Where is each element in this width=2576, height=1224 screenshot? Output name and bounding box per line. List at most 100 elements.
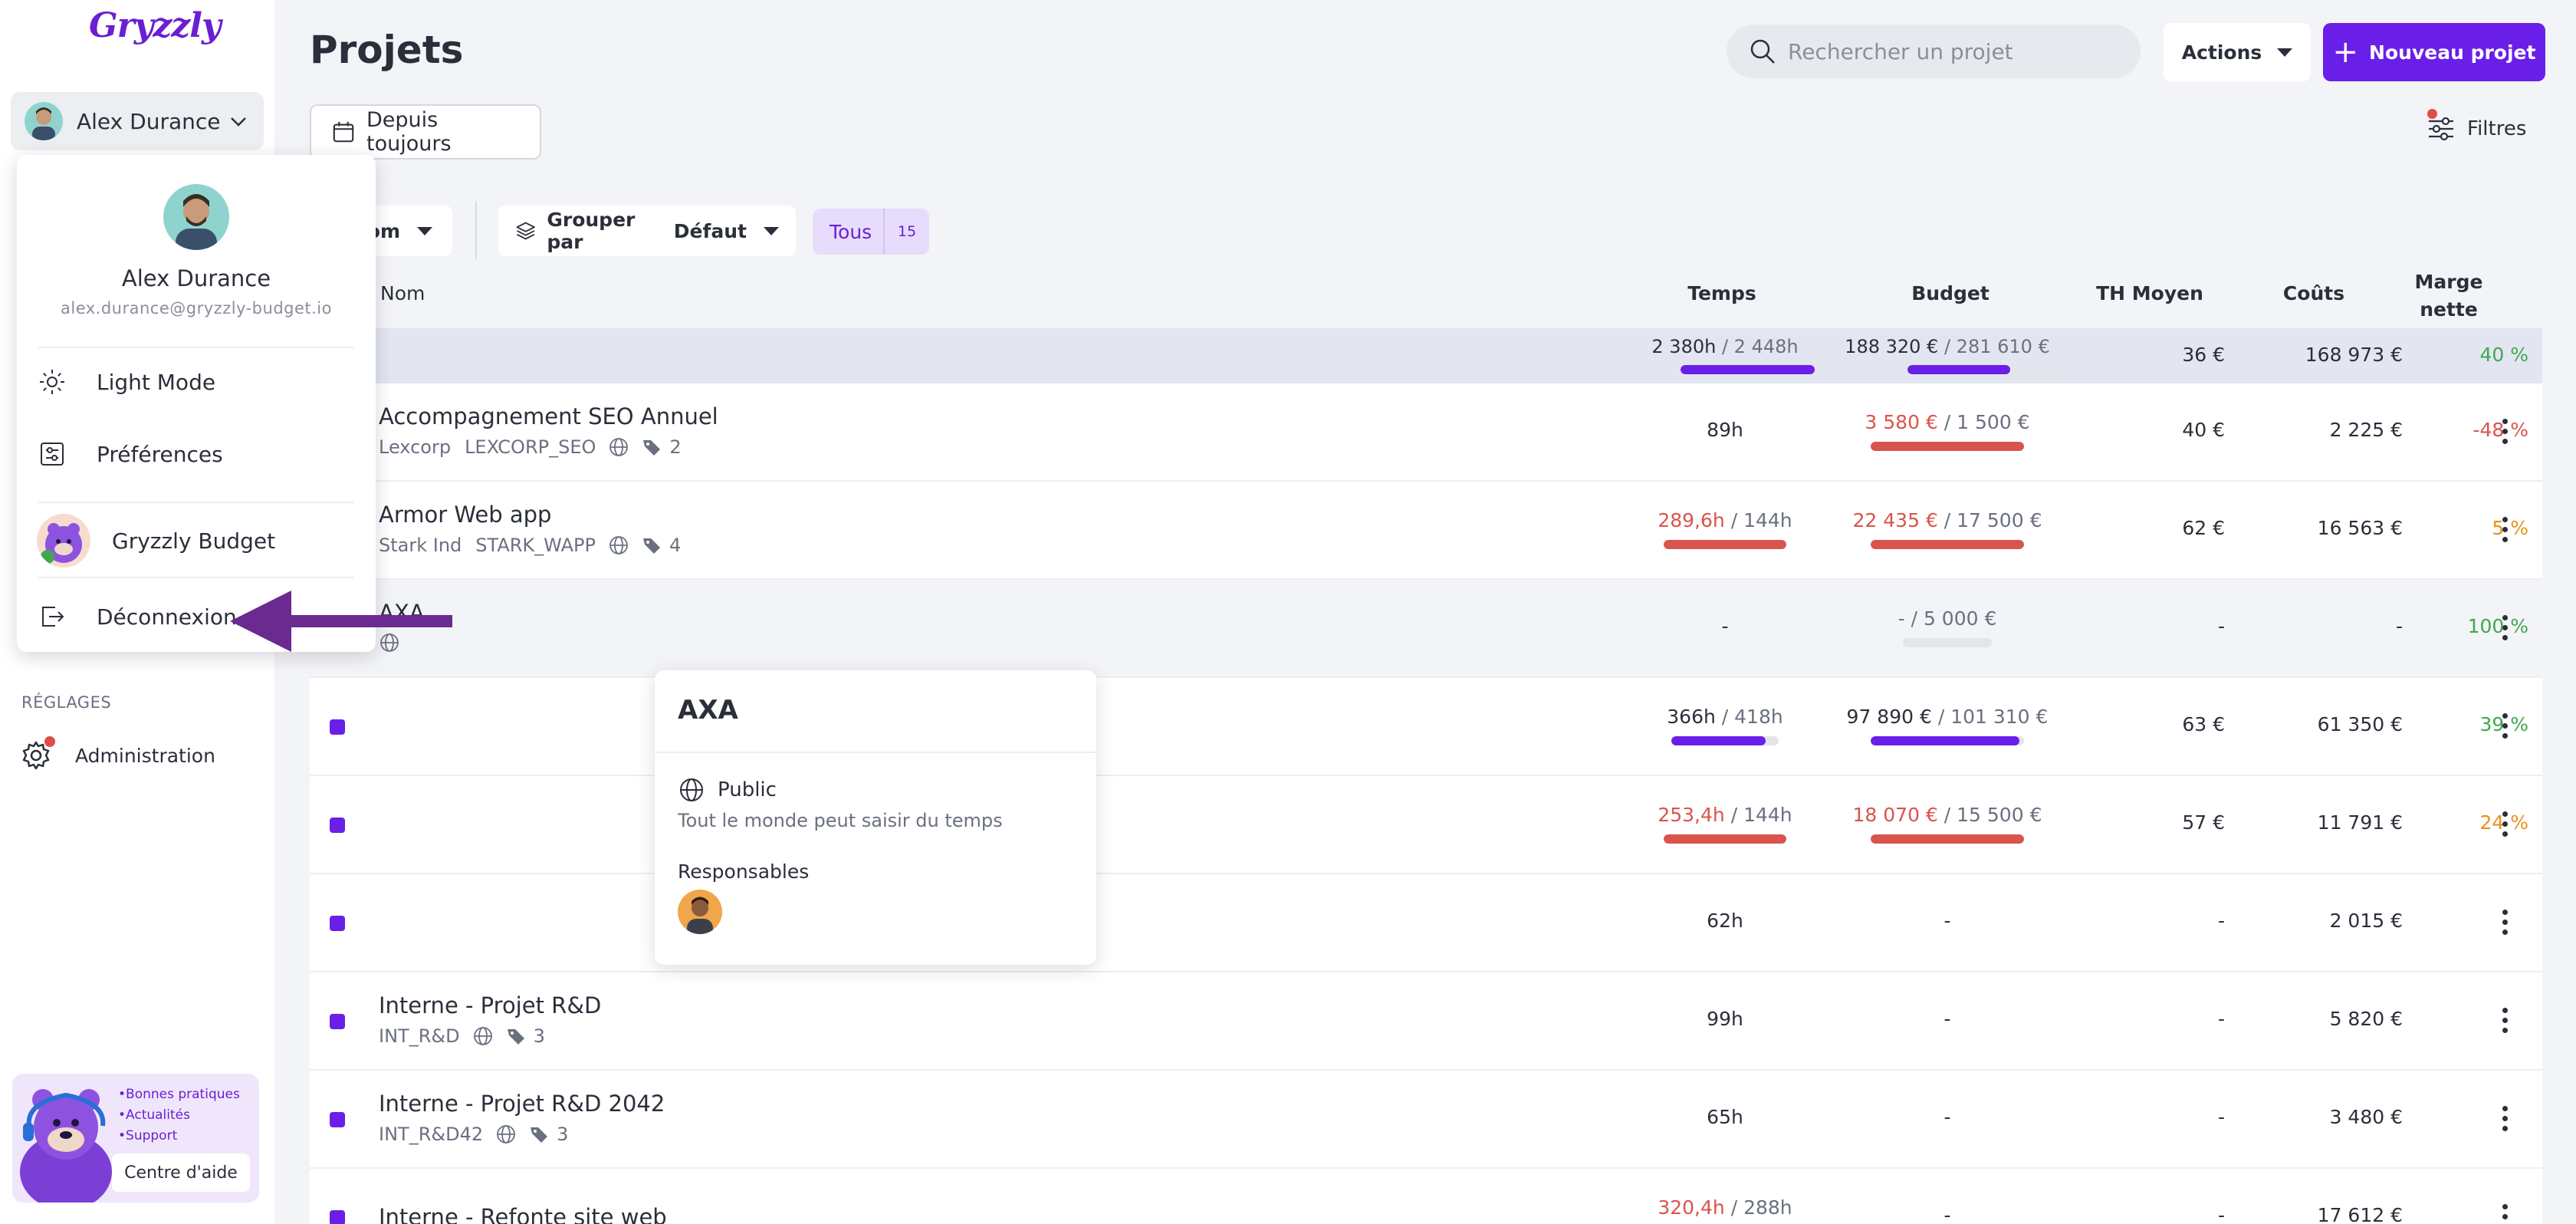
column-header-cost[interactable]: Coûts (2268, 282, 2360, 304)
help-bullet[interactable]: •Bonnes pratiques (118, 1084, 240, 1105)
profile-name: Alex Durance (121, 265, 271, 291)
help-center-button[interactable]: Centre d'aide (112, 1153, 250, 1192)
project-time-planned: / 418h (1715, 706, 1783, 728)
column-header-budget[interactable]: Budget (1904, 282, 1996, 304)
project-color-swatch (330, 1014, 345, 1029)
group-by-dropdown[interactable]: Grouper par Défaut (498, 206, 796, 256)
table-row[interactable]: Interne - Refonte site web 320,4h / 288h -… (310, 1169, 2542, 1224)
table-row[interactable]: 253,4h / 144h 18 070 € / 15 500 €57 €11 7… (310, 776, 2542, 874)
manager-avatar[interactable] (678, 890, 722, 934)
project-code: INT_R&D (379, 1025, 460, 1047)
project-time: 320,4h / 288h (1610, 1196, 1840, 1219)
preferences-icon (41, 443, 64, 466)
table-row[interactable]: AXA - - / 5 000 € - -100 % (310, 580, 2542, 678)
project-time: 89h (1610, 419, 1840, 441)
row-menu-icon[interactable] (2501, 419, 2509, 446)
gear-icon (20, 736, 55, 772)
project-time-used: 320,4h (1658, 1196, 1725, 1219)
search-input[interactable]: Rechercher un projet (1727, 25, 2141, 78)
all-filter-chip[interactable]: Tous 15 (813, 209, 929, 255)
total-time-progress (1681, 365, 1819, 374)
menu-divider (38, 502, 354, 503)
plus-icon: + (2332, 35, 2359, 70)
search-placeholder: Rechercher un projet (1788, 38, 2013, 64)
settings-section-label: RÉGLAGES (21, 693, 112, 712)
row-menu-icon[interactable] (2501, 1106, 2509, 1134)
user-avatar (25, 102, 63, 140)
project-cost: - (2395, 615, 2403, 637)
tags-icon (507, 1029, 524, 1045)
project-name[interactable]: Interne - Refonte site web (379, 1204, 667, 1224)
row-menu-icon[interactable] (2501, 1204, 2509, 1224)
project-budget-used: 3 580 € (1865, 411, 1938, 433)
table-row[interactable]: 62h - - 2 015 € (310, 874, 2542, 972)
project-budget-planned: / 17 500 € (1937, 509, 2042, 531)
menu-item-label: Préférences (97, 441, 223, 467)
menu-item-logout[interactable]: Déconnexion (37, 601, 237, 632)
row-menu-icon[interactable] (2501, 1008, 2509, 1035)
project-time-used: 99h (1707, 1008, 1743, 1030)
column-header-name[interactable]: Nom (380, 282, 425, 304)
new-project-button[interactable]: + Nouveau projet (2323, 23, 2545, 81)
project-budget-progress (1871, 736, 2024, 745)
project-time-used: 366h (1667, 706, 1716, 728)
globe-icon (497, 1125, 516, 1143)
table-row[interactable]: 3366h / 418h97 890 € / 101 310 €63 €61 3… (310, 678, 2542, 776)
help-bullet[interactable]: •Actualités (118, 1105, 240, 1126)
all-filter-label: Tous (830, 220, 872, 243)
user-menu-toggle[interactable]: Alex Durance (11, 92, 264, 150)
project-name[interactable]: Interne - Projet R&D 2042 (379, 1091, 665, 1117)
group-by-value: Défaut (673, 219, 747, 242)
progress-fill (1871, 442, 2024, 451)
project-time-used: 89h (1707, 419, 1743, 441)
project-th: 57 € (2182, 811, 2225, 834)
menu-item-label: Gryzzly Budget (112, 528, 276, 554)
project-tag-count: 4 (669, 535, 682, 556)
column-header-time[interactable]: Temps (1676, 282, 1768, 304)
project-time-progress (1671, 736, 1779, 745)
filters-button[interactable]: Filtres (2426, 109, 2526, 144)
project-th: - (2217, 615, 2225, 637)
menu-item-label: Light Mode (97, 369, 216, 395)
row-menu-icon[interactable] (2501, 910, 2509, 937)
progress-fill (1871, 540, 2024, 549)
project-margin: 5 % (2492, 517, 2528, 539)
project-budget: 3 580 € / 1 500 € (1825, 411, 2070, 433)
row-menu-icon[interactable] (2501, 713, 2509, 741)
project-name[interactable]: Interne - Projet R&D (379, 992, 601, 1018)
row-menu-icon[interactable] (2501, 517, 2509, 545)
sun-icon (40, 370, 64, 394)
row-menu-icon[interactable] (2501, 811, 2509, 839)
date-filter-button[interactable]: Depuis toujours (310, 104, 541, 160)
menu-item-workspace[interactable]: Gryzzly Budget (37, 514, 275, 568)
tooltip-visibility: Public (678, 776, 777, 804)
menu-item-light-mode[interactable]: Light Mode (37, 367, 215, 397)
project-budget-progress (1871, 540, 2024, 549)
project-budget: - / 5 000 € (1825, 607, 2070, 630)
column-header-margin[interactable]: Marge nette (2387, 268, 2510, 324)
project-cost: 61 350 € (2317, 713, 2403, 735)
project-budget-planned: / 5 000 € (1911, 607, 1997, 630)
menu-item-preferences[interactable]: Préférences (37, 439, 223, 469)
app-logo[interactable]: Gryzzly (89, 6, 222, 45)
notification-dot (44, 736, 55, 747)
project-budget-progress (1903, 638, 1992, 647)
project-name[interactable]: Accompagnement SEO Annuel (379, 403, 718, 429)
column-header-th[interactable]: TH Moyen (2088, 282, 2211, 304)
row-menu-icon[interactable] (2501, 615, 2509, 643)
project-budget-used: - (1944, 1008, 1951, 1030)
project-margin: -48 % (2472, 419, 2528, 441)
project-name[interactable]: Armor Web app (379, 502, 551, 528)
progress-fill (1871, 834, 2024, 844)
table-row[interactable]: Interne - Projet R&D INT_R&D 3 99h - - 5 820 € (310, 972, 2542, 1071)
total-budget-planned: / 281 610 € (1938, 336, 2050, 357)
table-row[interactable]: Interne - Projet R&D 2042 INT_R&D42 3 65h - -… (310, 1071, 2542, 1169)
table-row[interactable]: Accompagnement SEO Annuel Lexcorp LEXCORP_… (310, 383, 2542, 482)
table-row[interactable]: Armor Web app Stark Ind STARK_WAPP 4 289,6h … (310, 482, 2542, 580)
help-bullet[interactable]: •Support (118, 1126, 240, 1147)
sidebar-item-administration[interactable]: Administration (20, 736, 215, 772)
project-time: 99h (1610, 1008, 1840, 1030)
actions-button[interactable]: Actions (2164, 23, 2311, 81)
project-budget: 22 435 € / 17 500 € (1825, 509, 2070, 531)
project-margin: 39 % (2479, 713, 2528, 735)
